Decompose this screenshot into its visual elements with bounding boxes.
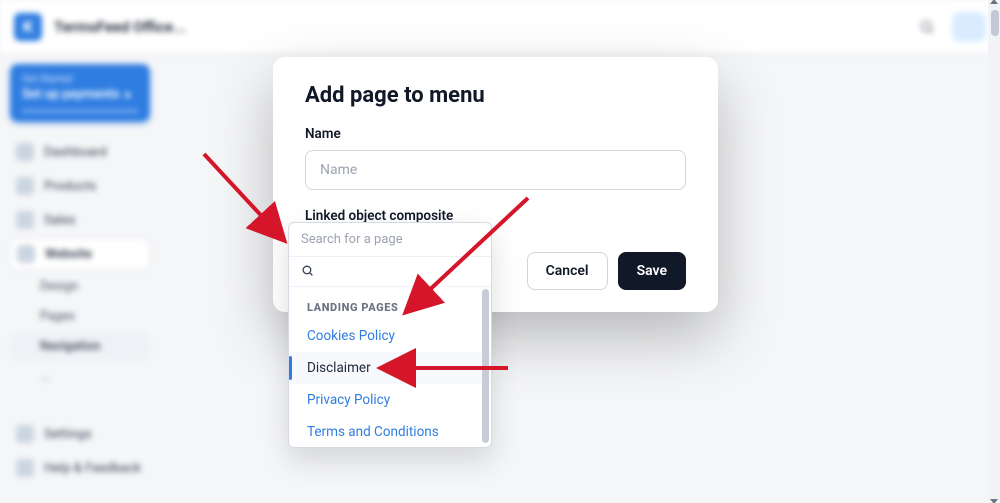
sidebar-sub-design[interactable]: Design xyxy=(10,272,150,300)
dropdown-item-disclaimer[interactable]: Disclaimer xyxy=(289,352,491,384)
gear-icon xyxy=(16,425,34,443)
sidebar-item-products[interactable]: Products xyxy=(10,170,150,202)
save-button[interactable]: Save xyxy=(618,252,686,290)
scrollbar-thumb[interactable] xyxy=(991,10,999,36)
app-title: TermsFeed Office... xyxy=(54,18,186,36)
products-icon xyxy=(16,177,34,195)
website-icon xyxy=(17,245,35,263)
window-scrollbar[interactable] xyxy=(988,0,1000,503)
dropdown-list: LANDING PAGES Cookies Policy Disclaimer … xyxy=(289,287,491,447)
sidebar-item-sales[interactable]: Sales xyxy=(10,204,150,236)
search-icon[interactable] xyxy=(912,12,942,42)
name-input[interactable] xyxy=(305,150,686,190)
name-label: Name xyxy=(305,126,686,142)
dashboard-icon xyxy=(16,143,34,161)
cancel-button[interactable]: Cancel xyxy=(527,252,608,290)
linked-object-dropdown[interactable]: Search for a page LANDING PAGES Cookies … xyxy=(288,222,492,448)
sidebar-sub-more[interactable] xyxy=(10,362,150,390)
dropdown-item-privacy-policy[interactable]: Privacy Policy xyxy=(289,384,491,416)
dropdown-search-display[interactable]: Search for a page xyxy=(289,223,491,257)
promo-eyebrow: Get Started xyxy=(22,74,138,85)
sales-icon xyxy=(16,211,34,229)
topbar: K TermsFeed Office... xyxy=(0,0,1000,54)
sidebar-sub-pages[interactable]: Pages xyxy=(10,302,150,330)
sidebar-item-dashboard[interactable]: Dashboard xyxy=(10,136,150,168)
promo-card[interactable]: Get Started Set up payments xyxy=(10,64,150,122)
scroll-down-icon[interactable] xyxy=(990,499,998,503)
dropdown-item-terms[interactable]: Terms and Conditions xyxy=(289,416,491,448)
user-avatar[interactable] xyxy=(952,12,986,42)
dropdown-search-input[interactable] xyxy=(289,257,491,287)
sidebar-item-website[interactable]: Website xyxy=(10,238,150,270)
app-logo[interactable]: K xyxy=(14,13,42,41)
sidebar-item-label: Sales xyxy=(44,213,76,228)
help-icon xyxy=(16,459,34,477)
sidebar-item-settings[interactable]: Settings xyxy=(10,418,150,450)
sidebar-item-label: Website xyxy=(45,247,92,262)
modal-title: Add page to menu xyxy=(305,83,686,108)
sidebar: Get Started Set up payments Dashboard Pr… xyxy=(0,54,160,503)
search-icon xyxy=(301,262,314,281)
sidebar-item-label: Settings xyxy=(44,427,91,442)
promo-title: Set up payments xyxy=(22,87,138,102)
dropdown-item-cookies-policy[interactable]: Cookies Policy xyxy=(289,320,491,352)
promo-progress xyxy=(22,110,138,112)
sidebar-item-help[interactable]: Help & Feedback xyxy=(10,452,150,484)
sidebar-item-label: Dashboard xyxy=(44,145,107,160)
scroll-up-icon[interactable] xyxy=(990,0,998,4)
sidebar-item-label: Help & Feedback xyxy=(44,461,141,476)
dropdown-category: LANDING PAGES xyxy=(289,287,491,320)
dropdown-scrollbar[interactable] xyxy=(482,289,489,443)
sidebar-item-label: Products xyxy=(44,179,96,194)
sidebar-sub-navigation[interactable]: Navigation xyxy=(10,332,150,360)
